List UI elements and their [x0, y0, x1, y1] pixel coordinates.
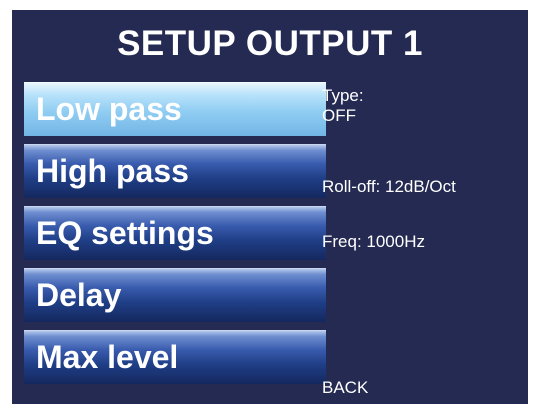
frequency-value: Freq: 1000Hz — [322, 232, 425, 251]
setup-panel: SETUP OUTPUT 1 Low pass High pass EQ set… — [12, 10, 528, 404]
high-pass-button[interactable]: High pass — [24, 144, 326, 198]
filter-type-value: OFF — [322, 106, 356, 125]
eq-settings-button[interactable]: EQ settings — [24, 206, 326, 260]
low-pass-button[interactable]: Low pass — [24, 82, 326, 136]
back-button[interactable]: BACK — [322, 378, 368, 398]
delay-button[interactable]: Delay — [24, 268, 326, 322]
max-level-button[interactable]: Max level — [24, 330, 326, 384]
page-title: SETUP OUTPUT 1 — [117, 24, 423, 63]
rolloff-value: Roll-off: 12dB/Oct — [322, 177, 456, 196]
filter-type-label: Type: — [322, 86, 364, 105]
device-screen: SETUP OUTPUT 1 Low pass High pass EQ set… — [0, 0, 540, 404]
